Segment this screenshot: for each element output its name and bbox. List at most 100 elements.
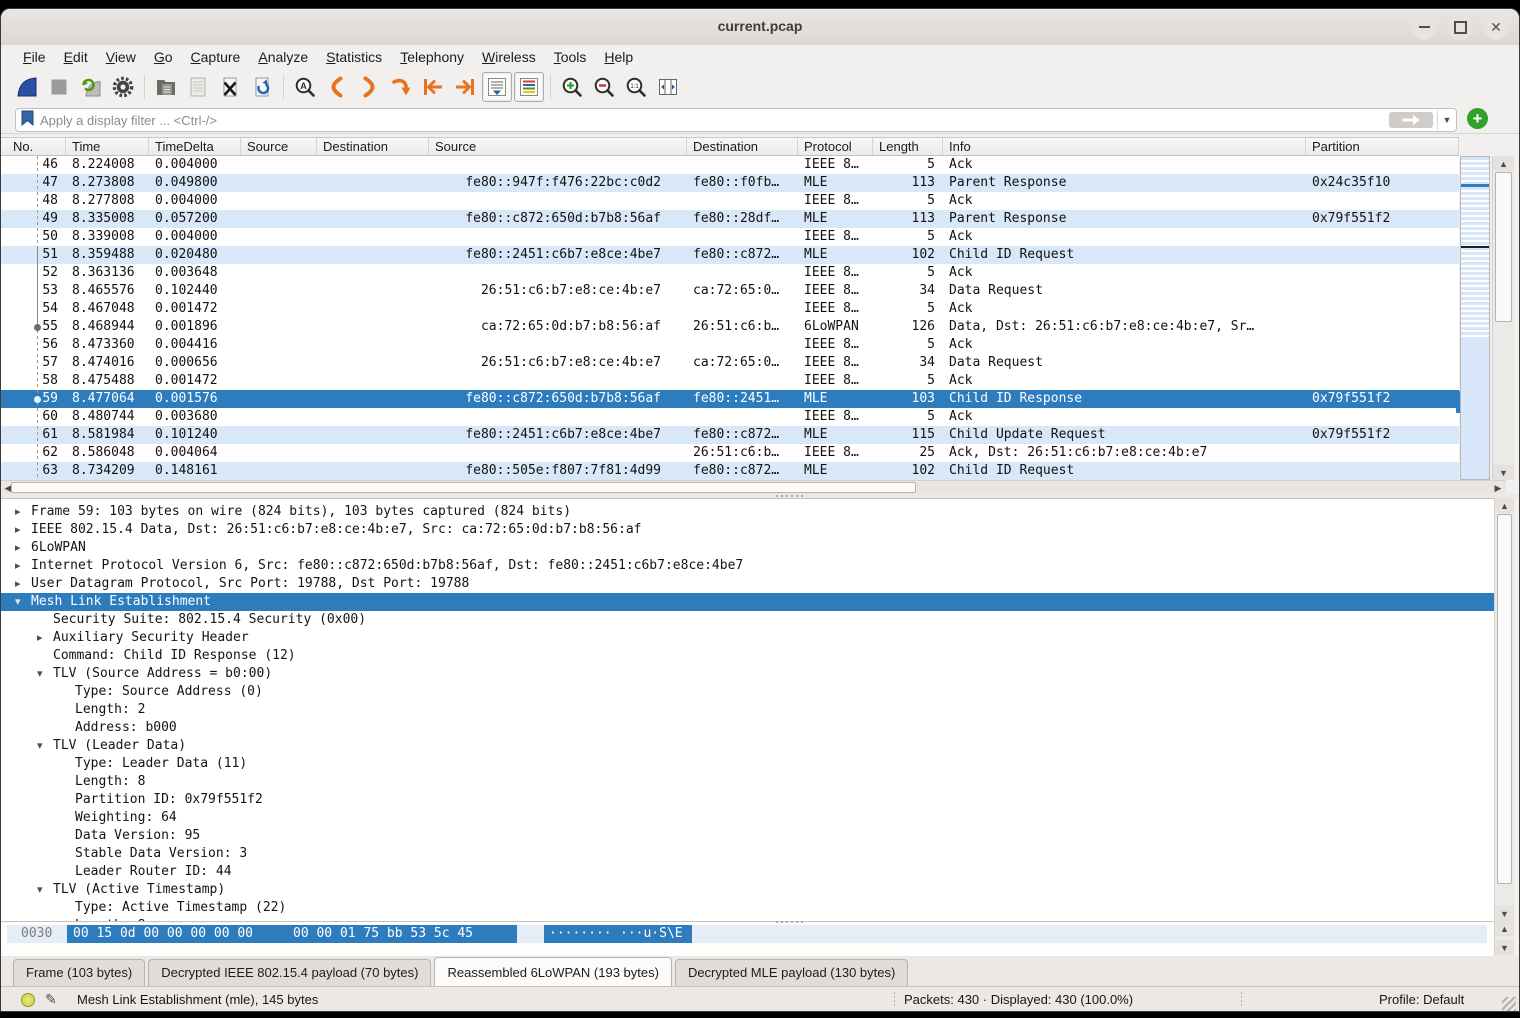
maximize-button[interactable] bbox=[1447, 14, 1473, 40]
byte-view-tab-0[interactable]: Frame (103 bytes) bbox=[13, 959, 145, 986]
capture-options-button[interactable] bbox=[108, 72, 138, 102]
column-header-destination[interactable]: Destination bbox=[687, 138, 798, 155]
packet-row[interactable]: 518.3594880.020480fe80::2451:c6b7:e8ce:4… bbox=[1, 246, 1459, 264]
packet-row[interactable]: 608.4807440.003680IEEE 8…5Ack bbox=[1, 408, 1459, 426]
packet-row[interactable]: 488.2778080.004000IEEE 8…5Ack bbox=[1, 192, 1459, 210]
detail-row[interactable]: ▸Internet Protocol Version 6, Src: fe80:… bbox=[1, 557, 1494, 575]
byte-view-tab-2[interactable]: Reassembled 6LoWPAN (193 bytes) bbox=[434, 957, 671, 986]
detail-row[interactable]: ▾TLV (Source Address = b0:00) bbox=[1, 665, 1494, 683]
packet-row[interactable]: 618.5819840.101240fe80::2451:c6b7:e8ce:4… bbox=[1, 426, 1459, 444]
column-header-destination[interactable]: Destination bbox=[317, 138, 429, 155]
minimize-button[interactable] bbox=[1411, 14, 1437, 40]
packet-row[interactable]: 578.4740160.00065626:51:c6:b7:e8:ce:4b:e… bbox=[1, 354, 1459, 372]
close-button[interactable]: ✕ bbox=[1483, 14, 1509, 40]
scroll-up-arrow[interactable]: ▲ bbox=[1493, 156, 1514, 171]
reload-file-button[interactable] bbox=[247, 72, 277, 102]
detail-row[interactable]: ▸IEEE 802.15.4 Data, Dst: 26:51:c6:b7:e8… bbox=[1, 521, 1494, 539]
packet-row[interactable]: 468.2240080.004000IEEE 8…5Ack bbox=[1, 156, 1459, 174]
expand-arrow-icon[interactable]: ▸ bbox=[37, 629, 43, 647]
vscroll-thumb[interactable] bbox=[1495, 172, 1512, 322]
hex-scroll-up[interactable]: ▲ bbox=[1495, 921, 1514, 936]
packet-row[interactable]: 588.4754880.001472IEEE 8…5Ack bbox=[1, 372, 1459, 390]
byte-view-tab-1[interactable]: Decrypted IEEE 802.15.4 payload (70 byte… bbox=[148, 959, 431, 986]
details-scroll-thumb[interactable] bbox=[1497, 514, 1512, 884]
menu-view[interactable]: View bbox=[98, 47, 144, 67]
detail-row[interactable]: Weighting: 64 bbox=[1, 809, 1494, 827]
previous-packet-button[interactable] bbox=[322, 72, 352, 102]
column-header-no[interactable]: No. bbox=[1, 138, 66, 155]
packet-row[interactable]: 528.3631360.003648IEEE 8…5Ack bbox=[1, 264, 1459, 282]
menu-help[interactable]: Help bbox=[596, 47, 641, 67]
expand-arrow-icon[interactable]: ▸ bbox=[15, 539, 21, 557]
stop-capture-button[interactable] bbox=[44, 72, 74, 102]
start-capture-button[interactable] bbox=[12, 72, 42, 102]
hscroll-thumb[interactable] bbox=[11, 482, 916, 493]
find-packet-button[interactable]: A bbox=[290, 72, 320, 102]
packet-row[interactable]: 558.4689440.001896ca:72:65:0d:b7:b8:56:a… bbox=[1, 318, 1459, 336]
detail-row[interactable]: ▾Mesh Link Establishment bbox=[1, 593, 1494, 611]
column-header-partition[interactable]: Partition bbox=[1306, 138, 1459, 155]
column-header-timedelta[interactable]: TimeDelta bbox=[149, 138, 241, 155]
open-file-button[interactable] bbox=[151, 72, 181, 102]
packet-row[interactable]: 498.3350080.057200fe80::c872:650d:b7b8:5… bbox=[1, 210, 1459, 228]
save-file-button[interactable] bbox=[183, 72, 213, 102]
scroll-right-arrow[interactable]: ▶ bbox=[1491, 482, 1505, 494]
expand-arrow-icon[interactable]: ▸ bbox=[15, 503, 21, 521]
column-header-info[interactable]: Info bbox=[943, 138, 1306, 155]
column-header-source[interactable]: Source bbox=[241, 138, 317, 155]
go-to-packet-button[interactable] bbox=[386, 72, 416, 102]
zoom-in-button[interactable] bbox=[557, 72, 587, 102]
detail-row[interactable]: Security Suite: 802.15.4 Security (0x00) bbox=[1, 611, 1494, 629]
detail-row[interactable]: Data Version: 95 bbox=[1, 827, 1494, 845]
apply-filter-button[interactable] bbox=[1389, 112, 1433, 128]
collapse-arrow-icon[interactable]: ▾ bbox=[37, 737, 43, 755]
expand-arrow-icon[interactable]: ▸ bbox=[15, 575, 21, 593]
resize-columns-button[interactable] bbox=[653, 72, 683, 102]
detail-row[interactable]: Type: Leader Data (11) bbox=[1, 755, 1494, 773]
collapse-arrow-icon[interactable]: ▾ bbox=[37, 665, 43, 683]
packet-row[interactable]: 538.4655760.10244026:51:c6:b7:e8:ce:4b:e… bbox=[1, 282, 1459, 300]
detail-row[interactable]: Leader Router ID: 44 bbox=[1, 863, 1494, 881]
expand-arrow-icon[interactable]: ▸ bbox=[15, 557, 21, 575]
expert-info-icon[interactable] bbox=[21, 993, 35, 1007]
scroll-down-arrow[interactable]: ▼ bbox=[1493, 465, 1514, 480]
detail-row[interactable]: Address: b000 bbox=[1, 719, 1494, 737]
menu-telephony[interactable]: Telephony bbox=[392, 47, 472, 67]
detail-row[interactable]: Command: Child ID Response (12) bbox=[1, 647, 1494, 665]
detail-row[interactable]: Partition ID: 0x79f551f2 bbox=[1, 791, 1494, 809]
auto-scroll-button[interactable] bbox=[482, 72, 512, 102]
menu-edit[interactable]: Edit bbox=[56, 47, 96, 67]
packet-row[interactable]: 478.2738080.049800fe80::947f:f476:22bc:c… bbox=[1, 174, 1459, 192]
details-scroll-up[interactable]: ▲ bbox=[1495, 498, 1514, 513]
detail-row[interactable]: ▸Auxiliary Security Header bbox=[1, 629, 1494, 647]
detail-row[interactable]: Length: 2 bbox=[1, 701, 1494, 719]
filter-bookmark-icon[interactable] bbox=[21, 110, 34, 131]
column-header-source[interactable]: Source bbox=[429, 138, 687, 155]
hex-scroll-down[interactable]: ▼ bbox=[1495, 940, 1514, 955]
packet-row[interactable]: 548.4670480.001472IEEE 8…5Ack bbox=[1, 300, 1459, 318]
menu-tools[interactable]: Tools bbox=[546, 47, 595, 67]
filter-dropdown-caret[interactable]: ▼ bbox=[1437, 110, 1456, 130]
capture-comment-icon[interactable]: ✎ bbox=[45, 991, 57, 1008]
first-packet-button[interactable] bbox=[418, 72, 448, 102]
packet-row[interactable]: 638.7342090.148161fe80::505e:f807:7f81:4… bbox=[1, 462, 1459, 480]
details-scroll-down[interactable]: ▼ bbox=[1495, 906, 1514, 921]
packet-list-minimap[interactable] bbox=[1460, 156, 1490, 480]
menu-capture[interactable]: Capture bbox=[183, 47, 249, 67]
colorize-button[interactable] bbox=[514, 72, 544, 102]
detail-row[interactable]: ▸Frame 59: 103 bytes on wire (824 bits),… bbox=[1, 503, 1494, 521]
detail-row[interactable]: Type: Source Address (0) bbox=[1, 683, 1494, 701]
close-file-button[interactable] bbox=[215, 72, 245, 102]
collapse-arrow-icon[interactable]: ▾ bbox=[15, 593, 21, 611]
detail-row[interactable]: ▸User Datagram Protocol, Src Port: 19788… bbox=[1, 575, 1494, 593]
packet-row[interactable]: 598.4770640.001576fe80::c872:650d:b7b8:5… bbox=[1, 390, 1459, 408]
menu-statistics[interactable]: Statistics bbox=[318, 47, 390, 67]
resize-grip[interactable] bbox=[1502, 997, 1516, 1011]
detail-row[interactable]: ▸6LoWPAN bbox=[1, 539, 1494, 557]
zoom-out-button[interactable] bbox=[589, 72, 619, 102]
add-filter-button[interactable]: + bbox=[1467, 108, 1488, 129]
detail-row[interactable]: ▾TLV (Active Timestamp) bbox=[1, 881, 1494, 899]
detail-row[interactable]: ▾TLV (Leader Data) bbox=[1, 737, 1494, 755]
byte-view-tab-3[interactable]: Decrypted MLE payload (130 bytes) bbox=[675, 959, 908, 986]
restart-capture-button[interactable] bbox=[76, 72, 106, 102]
